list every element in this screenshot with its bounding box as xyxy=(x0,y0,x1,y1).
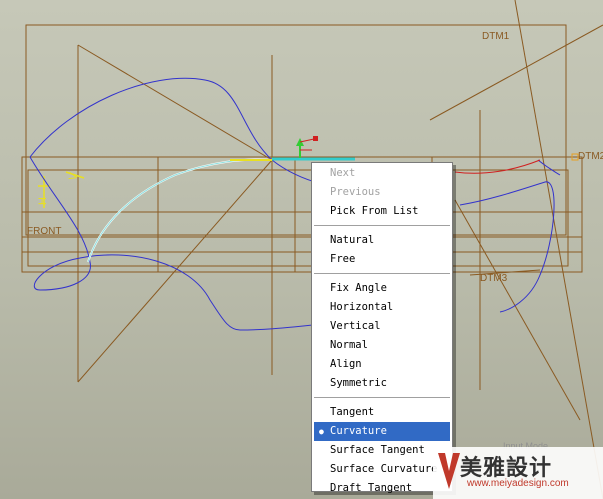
menu-item-surface-curvature[interactable]: Surface Curvature xyxy=(312,460,452,479)
datum-label-front: FRONT xyxy=(27,226,61,237)
menu-item-next[interactable]: Next xyxy=(312,164,452,183)
menu-item-tangent[interactable]: Tangent xyxy=(312,403,452,422)
menu-item-normal[interactable]: Normal xyxy=(312,336,452,355)
menu-item-vertical[interactable]: Vertical xyxy=(312,317,452,336)
watermark-url: www.meiyadesign.com xyxy=(467,478,569,489)
menu-item-free[interactable]: Free xyxy=(312,250,452,269)
menu-item-draft-tangent[interactable]: Draft Tangent xyxy=(312,479,452,498)
menu-item-curvature[interactable]: ● Curvature xyxy=(314,422,450,441)
menu-item-symmetric[interactable]: Symmetric xyxy=(312,374,452,393)
watermark-logo-icon xyxy=(438,453,460,489)
menu-separator xyxy=(314,273,450,275)
right-hook-curve xyxy=(537,159,561,176)
watermark: 美雅設计 www.meiyadesign.com xyxy=(433,447,603,499)
datum-label-dtm3: DTM3 xyxy=(480,273,508,284)
menu-item-pick-from-list[interactable]: Pick From List xyxy=(312,202,452,221)
menu-separator xyxy=(314,397,450,399)
axis-label-h: H xyxy=(37,197,49,205)
menu-item-horizontal[interactable]: Horizontal xyxy=(312,298,452,317)
curvature-segment xyxy=(454,159,541,174)
datum-label-dtm1: DTM1 xyxy=(482,31,510,42)
selected-bullet-icon: ● xyxy=(319,427,324,436)
datum-plane-dtm1-frame xyxy=(25,24,567,236)
graphics-viewport[interactable]: DTM1 DTM2 DTM3 FRONT H V xyxy=(0,0,603,499)
menu-item-curvature-label: Curvature xyxy=(330,425,387,437)
menu-separator xyxy=(314,225,450,227)
menu-item-previous[interactable]: Previous xyxy=(312,183,452,202)
menu-item-natural[interactable]: Natural xyxy=(312,231,452,250)
active-spline xyxy=(87,158,273,263)
menu-item-align[interactable]: Align xyxy=(312,355,452,374)
menu-item-surface-tangent[interactable]: Surface Tangent xyxy=(312,441,452,460)
tangent-handle[interactable] xyxy=(272,136,355,161)
datum-label-dtm2: DTM2 xyxy=(578,151,603,162)
axis-label-v: V xyxy=(67,171,81,182)
context-menu: Next Previous Pick From List Natural Fre… xyxy=(311,162,453,494)
menu-item-fix-angle[interactable]: Fix Angle xyxy=(312,279,452,298)
